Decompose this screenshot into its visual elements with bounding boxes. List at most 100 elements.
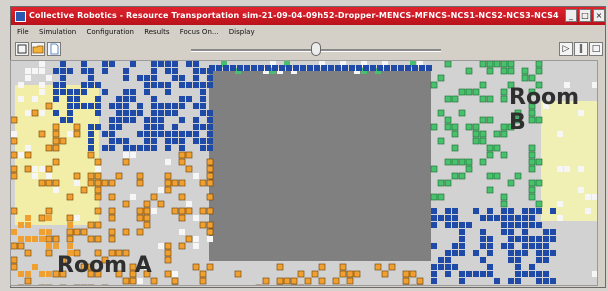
grid-cell xyxy=(500,67,508,75)
grid-cell xyxy=(24,249,32,257)
grid-cell xyxy=(52,144,60,152)
grid-cell xyxy=(445,264,451,270)
grid-cell xyxy=(480,271,486,277)
grid-cell xyxy=(501,215,507,221)
pause-button[interactable]: ‖ xyxy=(574,42,588,56)
menu-configuration[interactable]: Configuration xyxy=(86,28,133,36)
grid-cell xyxy=(179,131,185,137)
grid-cell xyxy=(87,284,95,285)
grid-cell xyxy=(74,103,80,109)
grid-cell xyxy=(73,228,81,236)
menu-file[interactable]: File xyxy=(17,28,29,36)
stop-button[interactable]: □ xyxy=(589,42,603,56)
grid-cell xyxy=(95,103,101,109)
grid-cell xyxy=(206,263,214,271)
menu-focus-on[interactable]: Focus On... xyxy=(180,28,219,36)
grid-cell xyxy=(18,152,24,158)
grid-cell xyxy=(480,285,486,286)
grid-cell xyxy=(18,82,24,88)
grid-cell xyxy=(109,117,115,123)
grid-cell xyxy=(109,131,115,137)
grid-cell xyxy=(32,236,38,242)
grid-cell xyxy=(409,270,417,278)
grid-cell xyxy=(193,243,199,249)
grid-cell xyxy=(186,96,192,102)
grid-cell xyxy=(151,96,157,102)
close-button[interactable]: × xyxy=(593,9,605,22)
grid-cell xyxy=(459,285,465,286)
minimize-button[interactable]: _ xyxy=(565,9,577,22)
grid-cell xyxy=(74,96,80,102)
grid-cell xyxy=(172,138,178,144)
grid-cell xyxy=(409,284,417,285)
grid-cell xyxy=(515,236,521,242)
grid-cell xyxy=(87,235,95,243)
grid-cell xyxy=(543,271,549,277)
grid-cell xyxy=(11,131,17,137)
grid-cell xyxy=(25,145,31,151)
grid-cell xyxy=(18,236,24,242)
grid-cell xyxy=(88,131,94,137)
grid-cell xyxy=(199,207,207,215)
grid-cell xyxy=(444,116,452,124)
select-tool-icon[interactable] xyxy=(15,42,29,56)
grid-cell xyxy=(116,110,122,116)
grid-cell xyxy=(60,75,66,81)
grid-cell xyxy=(314,65,320,71)
central-obstacle xyxy=(209,71,431,261)
grid-cell xyxy=(459,222,465,228)
grid-cell xyxy=(108,193,116,201)
grid-cell xyxy=(479,81,487,89)
play-button[interactable]: ▷ xyxy=(559,42,573,56)
grid-cell xyxy=(151,68,157,74)
grid-cell xyxy=(115,172,123,180)
grid-cell xyxy=(430,81,438,89)
grid-cell xyxy=(207,138,213,144)
grid-cell xyxy=(178,193,186,201)
grid-cell xyxy=(165,110,171,116)
grid-cell xyxy=(585,208,591,214)
simulation-arena[interactable]: Room A Room B xyxy=(10,60,598,286)
grid-cell xyxy=(479,158,487,166)
grid-cell xyxy=(493,144,501,152)
grid-cell xyxy=(500,95,508,103)
grid-cell xyxy=(388,263,396,271)
folder-icon[interactable] xyxy=(31,42,45,56)
grid-cell xyxy=(445,208,451,214)
grid-cell xyxy=(480,229,486,235)
menu-display[interactable]: Display xyxy=(229,28,255,36)
grid-cell xyxy=(346,277,354,285)
grid-cell xyxy=(207,236,213,242)
grid-cell xyxy=(487,243,493,249)
grid-cell xyxy=(150,193,158,201)
grid-cell xyxy=(39,166,45,172)
title-bar[interactable]: Collective Robotics - Resource Transport… xyxy=(11,7,605,25)
grid-cell xyxy=(18,271,24,277)
grid-cell xyxy=(193,215,199,221)
grid-cell xyxy=(346,270,354,278)
grid-cell xyxy=(438,264,444,270)
grid-cell xyxy=(123,145,129,151)
grid-cell xyxy=(356,65,362,71)
grid-cell xyxy=(522,229,528,235)
grid-cell xyxy=(130,61,136,67)
grid-cell xyxy=(466,271,472,277)
grid-cell xyxy=(550,236,556,242)
grid-cell xyxy=(11,263,18,271)
speed-slider-thumb[interactable] xyxy=(311,42,321,56)
grid-cell xyxy=(108,235,116,243)
grid-cell xyxy=(473,271,479,277)
menu-results[interactable]: Results xyxy=(144,28,169,36)
grid-cell xyxy=(137,131,143,137)
grid-cell xyxy=(172,75,178,81)
document-icon[interactable] xyxy=(47,42,61,56)
grid-cell xyxy=(18,222,24,228)
grid-cell xyxy=(258,65,264,71)
grid-cell xyxy=(536,243,542,249)
grid-cell xyxy=(528,193,536,201)
grid-cell xyxy=(262,277,270,285)
grid-cell xyxy=(451,158,459,166)
grid-cell xyxy=(157,200,165,208)
menu-simulation[interactable]: Simulation xyxy=(39,28,76,36)
maximize-button[interactable]: □ xyxy=(579,9,591,22)
